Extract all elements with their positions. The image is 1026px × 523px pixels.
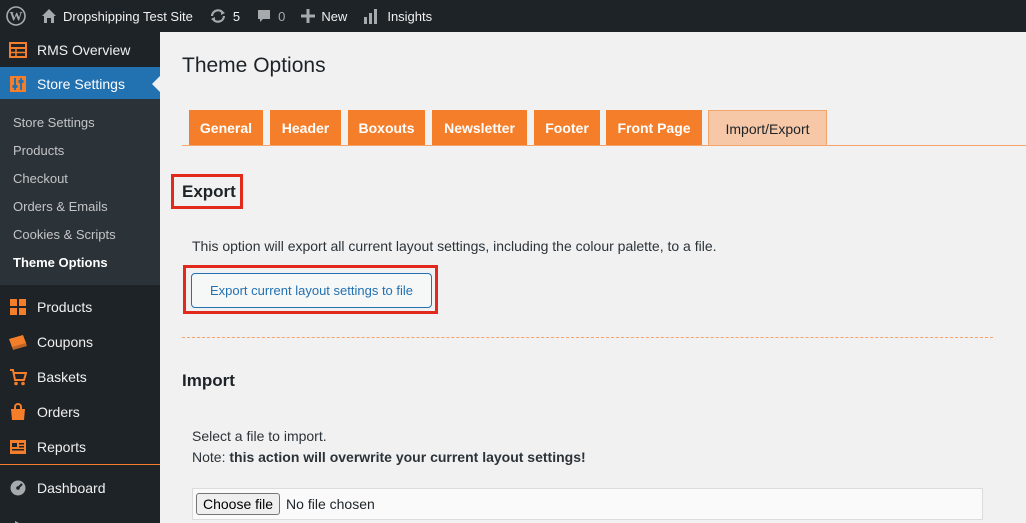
sliders-icon (0, 75, 36, 93)
comment-bubble-icon (256, 8, 272, 24)
import-description: Select a file to import. (192, 428, 327, 444)
menu-label: Products (37, 299, 93, 315)
updates-menu[interactable]: 5 (201, 0, 248, 32)
new-content-menu[interactable]: New (293, 0, 355, 32)
bar-chart-icon (363, 8, 381, 24)
export-description: This option will export all current layo… (192, 238, 717, 254)
choose-file-button[interactable]: Choose file (196, 493, 281, 515)
comments-menu[interactable]: 0 (248, 0, 293, 32)
insights-label: Insights (387, 8, 433, 24)
menu-label: Store Settings (37, 76, 125, 92)
tab-front-page[interactable]: Front Page (606, 110, 702, 146)
menu-store-settings[interactable]: Store Settings (0, 67, 160, 101)
submenu-checkout[interactable]: Checkout (13, 171, 68, 186)
submenu-theme-options[interactable]: Theme Options (13, 255, 108, 270)
cart-icon (0, 368, 36, 386)
site-name: Dropshipping Test Site (63, 8, 193, 24)
plus-icon (301, 9, 316, 23)
svg-text:W: W (10, 9, 23, 24)
submenu-store-settings[interactable]: Store Settings (13, 115, 95, 130)
tab-header[interactable]: Header (270, 110, 341, 146)
menu-label: Baskets (37, 369, 87, 385)
menu-label: Coupons (37, 334, 94, 350)
menu-orders[interactable]: Orders (0, 395, 160, 429)
home-icon (41, 8, 57, 24)
comments-count: 0 (278, 8, 286, 24)
tab-boxouts[interactable]: Boxouts (348, 110, 425, 146)
export-settings-button[interactable]: Export current layout settings to file (191, 273, 432, 308)
updates-refresh-icon (209, 8, 227, 24)
import-note-warning: this action will overwrite your current … (229, 449, 586, 465)
menu-label: RMS Overview (37, 42, 131, 58)
import-heading: Import (182, 371, 235, 390)
bag-icon (0, 403, 36, 421)
menu-reports[interactable]: Reports (0, 430, 160, 464)
insights-menu[interactable]: Insights (355, 0, 440, 32)
wordpress-logo-menu[interactable]: W (0, 0, 33, 32)
tab-newsletter[interactable]: Newsletter (432, 110, 527, 146)
section-divider (182, 337, 993, 338)
menu-label: Reports (37, 439, 87, 455)
report-icon (0, 438, 36, 456)
table-grid-icon (0, 41, 36, 59)
tab-import-export[interactable]: Import/Export (708, 110, 827, 146)
menu-label: Dashboard (37, 480, 106, 496)
store-settings-submenu: Store Settings Products Checkout Orders … (0, 99, 160, 285)
new-label: New (321, 8, 348, 24)
wordpress-logo-icon: W (6, 6, 26, 26)
tab-footer[interactable]: Footer (534, 110, 600, 146)
updates-count: 5 (232, 8, 241, 24)
dashboard-gauge-icon (0, 479, 36, 497)
page-title: Theme Options (182, 54, 326, 77)
admin-sidebar: RMS Overview Store Settings Store Settin… (0, 32, 160, 523)
import-note: Note: this action will overwrite your cu… (192, 449, 586, 465)
submenu-orders-emails[interactable]: Orders & Emails (13, 199, 108, 214)
site-name-menu[interactable]: Dropshipping Test Site (33, 0, 201, 32)
file-input-row: Choose file No file chosen (192, 488, 983, 520)
grid-icon (0, 298, 36, 316)
sidebar-separator (0, 464, 160, 465)
coupon-icon (0, 333, 36, 351)
tabs-underline (182, 145, 1026, 146)
admin-bar: W Dropshipping Test Site 5 0 New Insight… (0, 0, 1026, 32)
menu-label: Orders (37, 404, 80, 420)
tab-general[interactable]: General (189, 110, 263, 146)
menu-dashboard[interactable]: Dashboard (0, 471, 160, 505)
submenu-products[interactable]: Products (13, 143, 64, 158)
menu-baskets[interactable]: Baskets (0, 360, 160, 394)
file-status: No file chosen (286, 496, 375, 512)
menu-rms-overview[interactable]: RMS Overview (0, 33, 160, 67)
menu-products[interactable]: Products (0, 290, 160, 324)
menu-coupons[interactable]: Coupons (0, 325, 160, 359)
import-note-prefix: Note: (192, 449, 230, 465)
export-heading: Export (182, 182, 236, 201)
collapse-arrow-icon[interactable] (12, 516, 26, 523)
submenu-cookies-scripts[interactable]: Cookies & Scripts (13, 227, 116, 242)
